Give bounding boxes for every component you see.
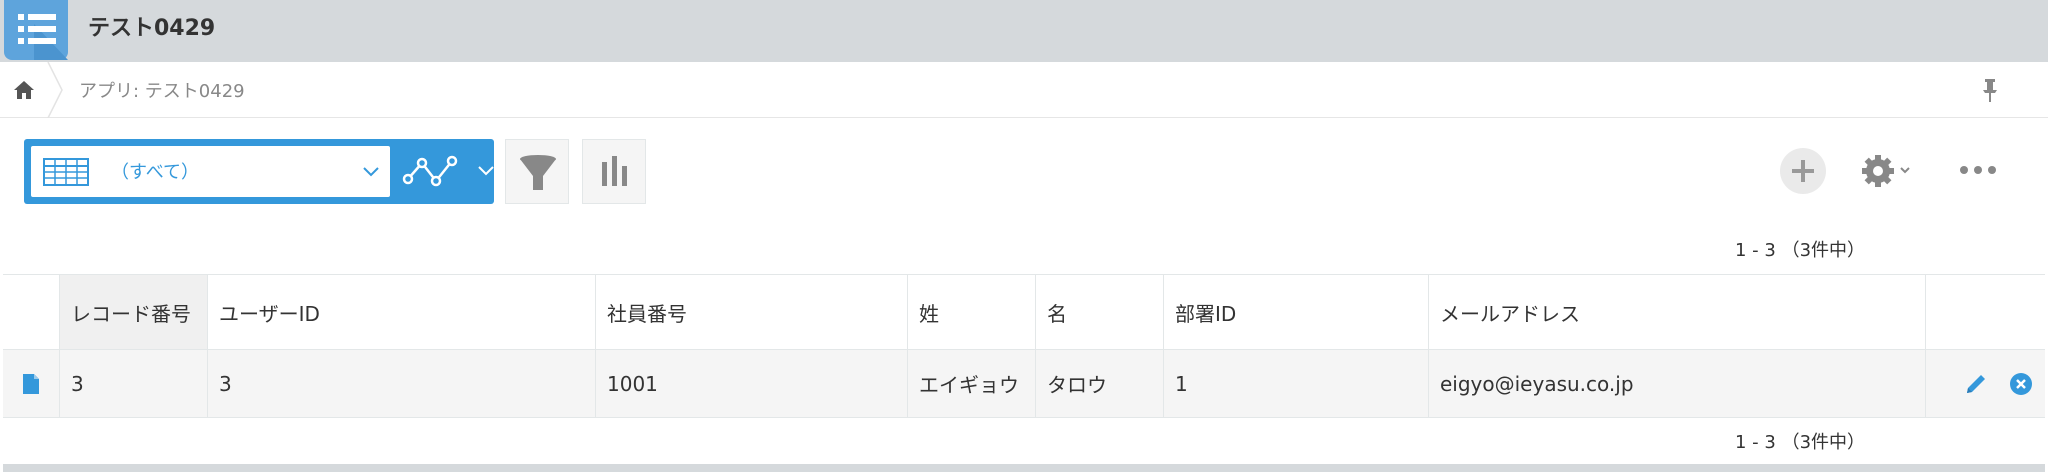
- bar-chart-icon: [602, 156, 627, 186]
- view-selector: （すべて）: [24, 139, 494, 204]
- filter-button[interactable]: [505, 139, 569, 204]
- column-header[interactable]: 社員番号: [596, 275, 908, 349]
- record-detail-icon[interactable]: [3, 350, 60, 417]
- column-header[interactable]: 姓: [908, 275, 1036, 349]
- table-cell: 3: [208, 350, 596, 417]
- add-record-button[interactable]: [1780, 148, 1826, 194]
- breadcrumb-app-label[interactable]: アプリ: テスト0429: [79, 77, 245, 103]
- chevron-down-icon: [361, 164, 381, 180]
- view-label: （すべて）: [111, 162, 200, 183]
- column-header[interactable]: レコード番号: [60, 275, 208, 349]
- app-header: テスト0429: [0, 0, 2048, 62]
- column-header[interactable]: ユーザーID: [208, 275, 596, 349]
- line-graph-icon[interactable]: [402, 153, 462, 189]
- more-icon[interactable]: [1958, 160, 1998, 180]
- table-cell: 1001: [596, 350, 908, 417]
- gear-icon: [1862, 155, 1910, 187]
- list-icon[interactable]: [4, 0, 68, 60]
- settings-button[interactable]: [1860, 150, 1920, 192]
- pagination-count-bottom: 1 - 3 （3件中）: [1735, 432, 1866, 453]
- row-actions: [1926, 350, 2045, 417]
- filter-icon: [520, 155, 556, 190]
- home-icon[interactable]: [12, 79, 36, 101]
- table-header-cell: [3, 275, 60, 349]
- pin-icon[interactable]: [1978, 76, 2002, 104]
- pagination-count-top: 1 - 3 （3件中）: [1735, 240, 1866, 261]
- table-cell: eigyo@ieyasu.co.jp: [1429, 350, 1926, 417]
- app-title: テスト0429: [88, 16, 216, 41]
- column-header[interactable]: 名: [1036, 275, 1164, 349]
- column-header[interactable]: 部署ID: [1164, 275, 1429, 349]
- table-view-icon: [43, 158, 89, 186]
- records-table: レコード番号 ユーザーID 社員番号 姓 名 部署ID メールアドレス 3 3 …: [3, 274, 2045, 418]
- bottom-bar: [3, 464, 2045, 472]
- delete-icon[interactable]: [2009, 372, 2033, 396]
- chevron-down-icon[interactable]: [476, 163, 496, 179]
- table-row: 3 3 1001 エイギョウ タロウ 1 eigyo@ieyasu.co.jp: [3, 350, 2045, 418]
- table-cell: エイギョウ: [908, 350, 1036, 417]
- column-header[interactable]: メールアドレス: [1429, 275, 1926, 349]
- table-header-cell: [1926, 275, 2045, 349]
- table-cell: 1: [1164, 350, 1429, 417]
- breadcrumb-separator: [46, 61, 66, 119]
- graph-button[interactable]: [582, 139, 646, 204]
- breadcrumb: アプリ: テスト0429: [0, 61, 2048, 119]
- table-cell: タロウ: [1036, 350, 1164, 417]
- table-header-row: レコード番号 ユーザーID 社員番号 姓 名 部署ID メールアドレス: [3, 275, 2045, 350]
- view-dropdown[interactable]: （すべて）: [31, 146, 390, 197]
- edit-icon[interactable]: [1963, 371, 1989, 397]
- plus-icon: [1792, 160, 1814, 182]
- table-cell: 3: [60, 350, 208, 417]
